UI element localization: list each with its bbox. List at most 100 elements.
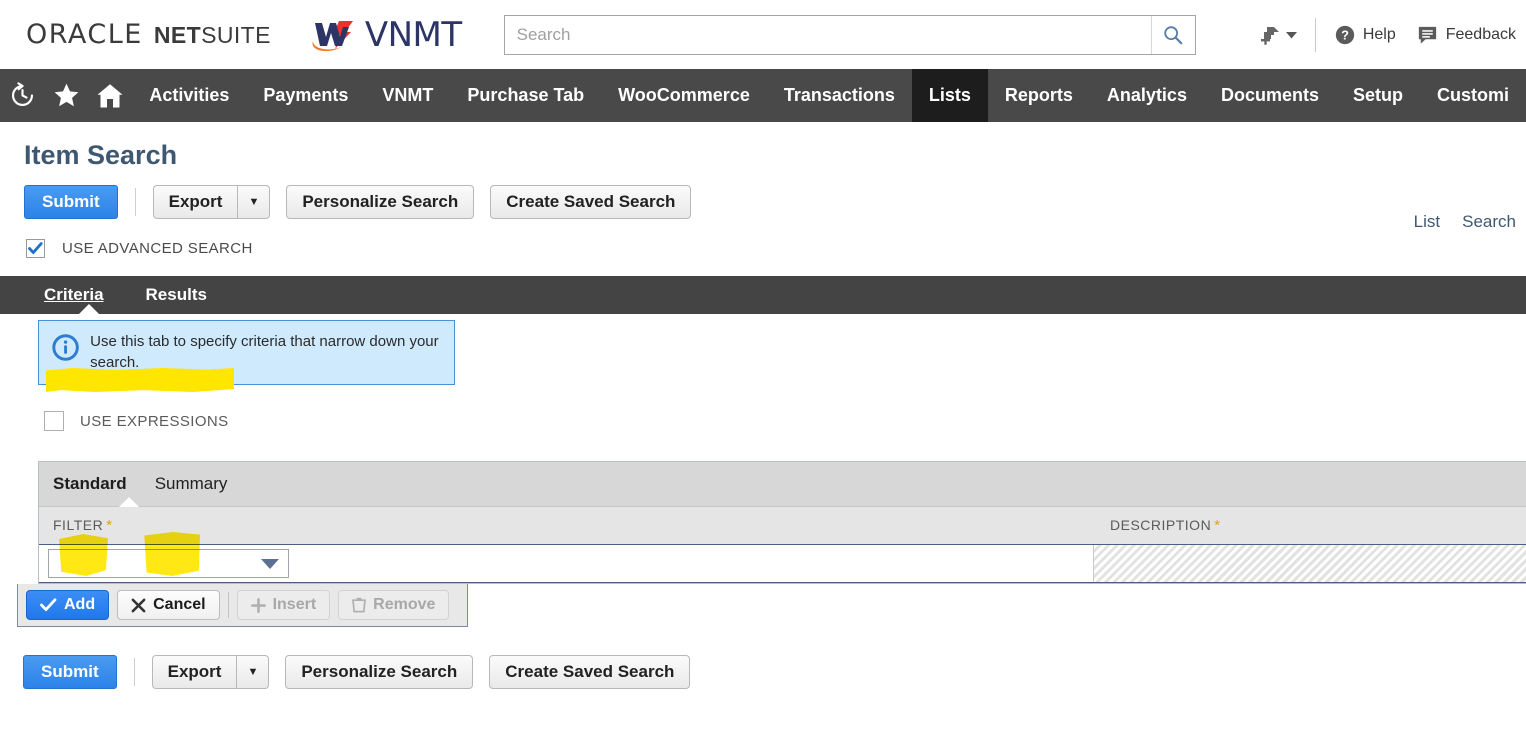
subtab-summary[interactable]: Summary [155,474,228,494]
help-label: Help [1362,25,1396,43]
nav-item-documents[interactable]: Documents [1204,69,1336,122]
remove-row-button[interactable]: Remove [338,590,450,621]
create-new-button[interactable] [1249,23,1307,47]
x-mark-icon [131,598,146,613]
main-navigation-bar: Activities Payments VNMT Purchase Tab Wo… [0,69,1526,122]
vnmt-wordmark: VNMT [364,14,462,55]
active-subtab-pointer [119,497,139,508]
use-advanced-search-checkbox[interactable] [26,239,45,258]
use-expressions-checkbox[interactable] [44,411,64,432]
page-body: Item Search List Search Submit Export ▼ … [0,140,1526,690]
use-advanced-search-label[interactable]: USE ADVANCED SEARCH [62,240,253,257]
nav-item-lists[interactable]: Lists [911,69,988,122]
svg-text:?: ? [1341,27,1349,42]
column-header-filter-label: FILTER [53,517,104,534]
page-title: Item Search [24,140,178,170]
use-expressions-label[interactable]: USE EXPRESSIONS [80,413,229,430]
help-button[interactable]: ? Help [1324,24,1406,46]
nav-item-setup[interactable]: Setup [1336,69,1420,122]
global-search [503,14,1196,55]
chevron-down-icon [261,558,279,569]
insert-row-button[interactable]: Insert [236,590,331,621]
header-actions: ? Help Feedback [1249,0,1526,69]
create-saved-search-button-bottom[interactable]: Create Saved Search [489,655,691,690]
search-submit-button[interactable] [1150,15,1195,54]
column-header-description-label: DESCRIPTION [1110,517,1212,534]
tab-results[interactable]: Results [146,285,207,305]
use-expressions-row: USE EXPRESSIONS [44,411,1526,432]
feedback-button[interactable]: Feedback [1406,23,1526,46]
vnmt-mark-icon [312,20,353,51]
submit-button-bottom[interactable]: Submit [23,655,117,690]
nav-item-purchase-tab[interactable]: Purchase Tab [450,69,601,122]
remove-row-label: Remove [373,596,436,614]
info-note: Use this tab to specify criteria that na… [38,320,455,386]
header-divider [1314,17,1316,52]
personalize-search-button-top[interactable]: Personalize Search [286,185,475,219]
home-icon[interactable] [88,69,132,122]
vnmt-logo[interactable]: VNMT [307,15,462,55]
create-saved-search-button-top[interactable]: Create Saved Search [490,185,692,219]
column-header-filter: FILTER * [39,517,1094,534]
oracle-netsuite-logo[interactable]: ORACLE NET SUITE [26,19,271,50]
cancel-row-button[interactable]: Cancel [117,590,220,621]
add-row-button[interactable]: Add [26,590,110,621]
nav-item-customization[interactable]: Customi [1420,69,1526,122]
info-note-text: Use this tab to specify criteria that na… [90,333,439,371]
toolbar-divider [134,188,136,216]
nav-item-analytics[interactable]: Analytics [1090,69,1204,122]
add-row-label: Add [64,596,96,614]
plus-icon [250,597,266,613]
export-button-bottom[interactable]: Export [151,655,237,690]
filter-cell [39,545,1094,583]
netsuite-light-wordmark: SUITE [201,22,271,48]
search-input[interactable] [503,14,1196,55]
header-link-search[interactable]: Search [1462,212,1516,232]
search-tab-bar: Criteria Results [0,276,1526,576]
tab-criteria[interactable]: Criteria [44,285,104,305]
nav-item-reports[interactable]: Reports [988,69,1090,122]
checkmark-icon [40,598,57,612]
submit-button-top[interactable]: Submit [24,185,118,219]
criteria-subtab-bar: Standard Summary [39,462,1526,508]
export-split-button-top: Export ▼ [152,185,271,219]
toolbar-divider-bottom [133,658,135,687]
row-action-buttons: Add Cancel Insert Remove [17,584,468,628]
required-asterisk-description: * [1214,517,1221,535]
recent-records-icon[interactable] [0,69,44,122]
trash-icon [352,598,367,613]
chevron-down-icon [1285,31,1297,38]
export-dropdown-top[interactable]: ▼ [237,185,271,219]
checkmark-icon [28,242,43,254]
oracle-wordmark: ORACLE [26,19,143,50]
nav-item-payments[interactable]: Payments [246,69,365,122]
nav-item-transactions[interactable]: Transactions [767,69,912,122]
bottom-toolbar: Submit Export ▼ Personalize Search Creat… [23,655,1526,690]
speech-bubble-icon [1418,26,1436,44]
page-header-links: List Search [1414,212,1516,232]
search-icon [1164,25,1183,44]
criteria-table-header: FILTER * DESCRIPTION * [39,506,1526,545]
header-link-list[interactable]: List [1414,212,1440,232]
nav-item-vnmt[interactable]: VNMT [365,69,450,122]
feedback-label: Feedback [1445,25,1516,43]
personalize-search-button-bottom[interactable]: Personalize Search [285,655,474,690]
table-row [39,544,1526,584]
nav-item-activities[interactable]: Activities [132,69,246,122]
cancel-row-label: Cancel [153,596,206,614]
top-toolbar: Submit Export ▼ Personalize Search Creat… [24,185,1526,219]
row-buttons-divider [227,592,229,619]
export-button-top[interactable]: Export [152,185,238,219]
column-header-description: DESCRIPTION * [1094,517,1526,534]
filter-select[interactable] [48,549,289,579]
subtab-standard[interactable]: Standard [53,474,127,494]
netsuite-bold-wordmark: NET [153,22,202,48]
insert-row-label: Insert [272,596,317,614]
use-advanced-search-row: USE ADVANCED SEARCH [26,239,1526,258]
info-circle-icon [52,334,79,361]
export-dropdown-bottom[interactable]: ▼ [236,655,270,690]
favorites-star-icon[interactable] [44,69,88,122]
app-header: ORACLE NET SUITE VNMT Search ? Help Feed… [0,0,1526,69]
nav-item-woocommerce[interactable]: WooCommerce [601,69,767,122]
export-split-button-bottom: Export ▼ [151,655,270,690]
